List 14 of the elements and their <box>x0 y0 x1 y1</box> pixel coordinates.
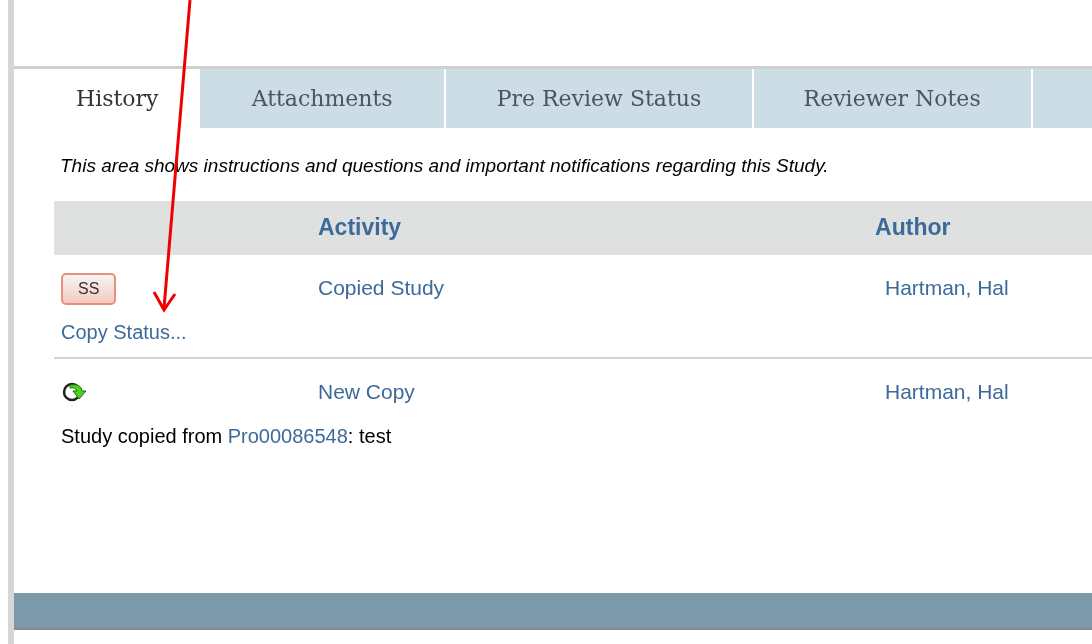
column-header: Activity <box>318 213 402 243</box>
tab[interactable] <box>1032 69 1092 128</box>
tab[interactable]: Attachments <box>200 69 445 128</box>
detail-link[interactable]: Pro00086548 <box>227 424 348 447</box>
tab[interactable]: Reviewer Notes <box>753 69 1031 128</box>
status-badge: SS <box>61 272 117 305</box>
column-header: Author <box>875 213 951 243</box>
activity-link[interactable]: New Copy <box>318 375 885 408</box>
tab[interactable]: Pre Review Status <box>446 69 752 128</box>
author-link[interactable]: Hartman, Hal <box>885 271 1009 304</box>
author-link[interactable]: Hartman, Hal <box>885 375 1009 408</box>
detail-link[interactable]: Copy Status... <box>61 320 187 343</box>
activity-details: Study copied from Pro00086548: test <box>61 423 393 449</box>
activity-link[interactable]: Copied Study <box>318 271 885 304</box>
